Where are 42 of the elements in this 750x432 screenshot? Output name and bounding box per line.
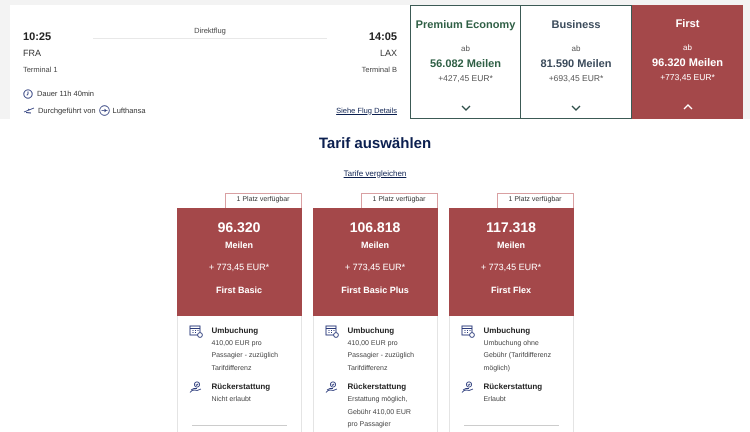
fare-price: + 773,45 EUR* [344,261,406,274]
cabin-tab[interactable]: First ab 96.320 Meilen +773,45 EUR* [632,5,743,119]
calendar-icon [460,324,474,338]
refund-label: Rückerstattung [212,381,272,393]
fare-card[interactable]: 96.320 Meilen + 773,45 EUR* First Basic [176,208,302,316]
cabin-tab[interactable]: Premium Economy ab 56.082 Meilen +427,45 EUR* [410,5,521,119]
departure-time: 10:25 [23,30,52,45]
chevron-up-icon [682,104,692,110]
refund-label: Rückerstattung [348,381,408,393]
fare-name: First Basic Plus [341,284,409,296]
fare-price: + 773,45 EUR* [480,261,542,274]
hand-coin-icon [188,381,202,394]
fare-miles: 96.320 [218,218,260,236]
fare-miles: 106.818 [350,218,400,236]
miles-unit: Meilen [496,238,525,252]
hand-coin-icon [460,381,474,394]
rebooking-label: Umbuchung [212,324,260,336]
section-title: Tarif auswählen [318,134,432,154]
departure-airport: FRA [23,46,41,60]
chevron-down-icon [571,104,581,111]
plane-icon [23,106,35,114]
calendar-icon [324,324,338,338]
rebooking-label: Umbuchung [484,324,532,336]
miles-unit: Meilen [360,238,389,252]
hand-coin-icon [324,381,338,394]
compare-fares-link[interactable]: Tarife vergleichen [344,168,406,180]
chevron-down-icon [460,104,470,111]
fare-price: + 773,45 EUR* [208,261,270,274]
arrival-airport: LAX [380,46,397,60]
airline-logo-icon [98,104,110,116]
fare-card[interactable]: 106.818 Meilen + 773,45 EUR* First Basic Plus [312,208,438,316]
calendar-icon [188,324,202,338]
rebooking-label: Umbuchung [348,324,396,336]
clock-icon [23,88,33,99]
fare-miles: 117.318 [486,218,536,236]
miles-unit: Meilen [224,238,253,252]
fare-name: First Basic [216,284,262,296]
fare-name: First Flex [490,284,531,296]
refund-label: Rückerstattung [484,381,544,393]
fare-card[interactable]: 117.318 Meilen + 773,45 EUR* First Flex [448,208,574,316]
cabin-tab[interactable]: Business ab 81.590 Meilen +693,45 EUR* [521,5,632,119]
arrival-time: 14:05 [368,30,397,45]
